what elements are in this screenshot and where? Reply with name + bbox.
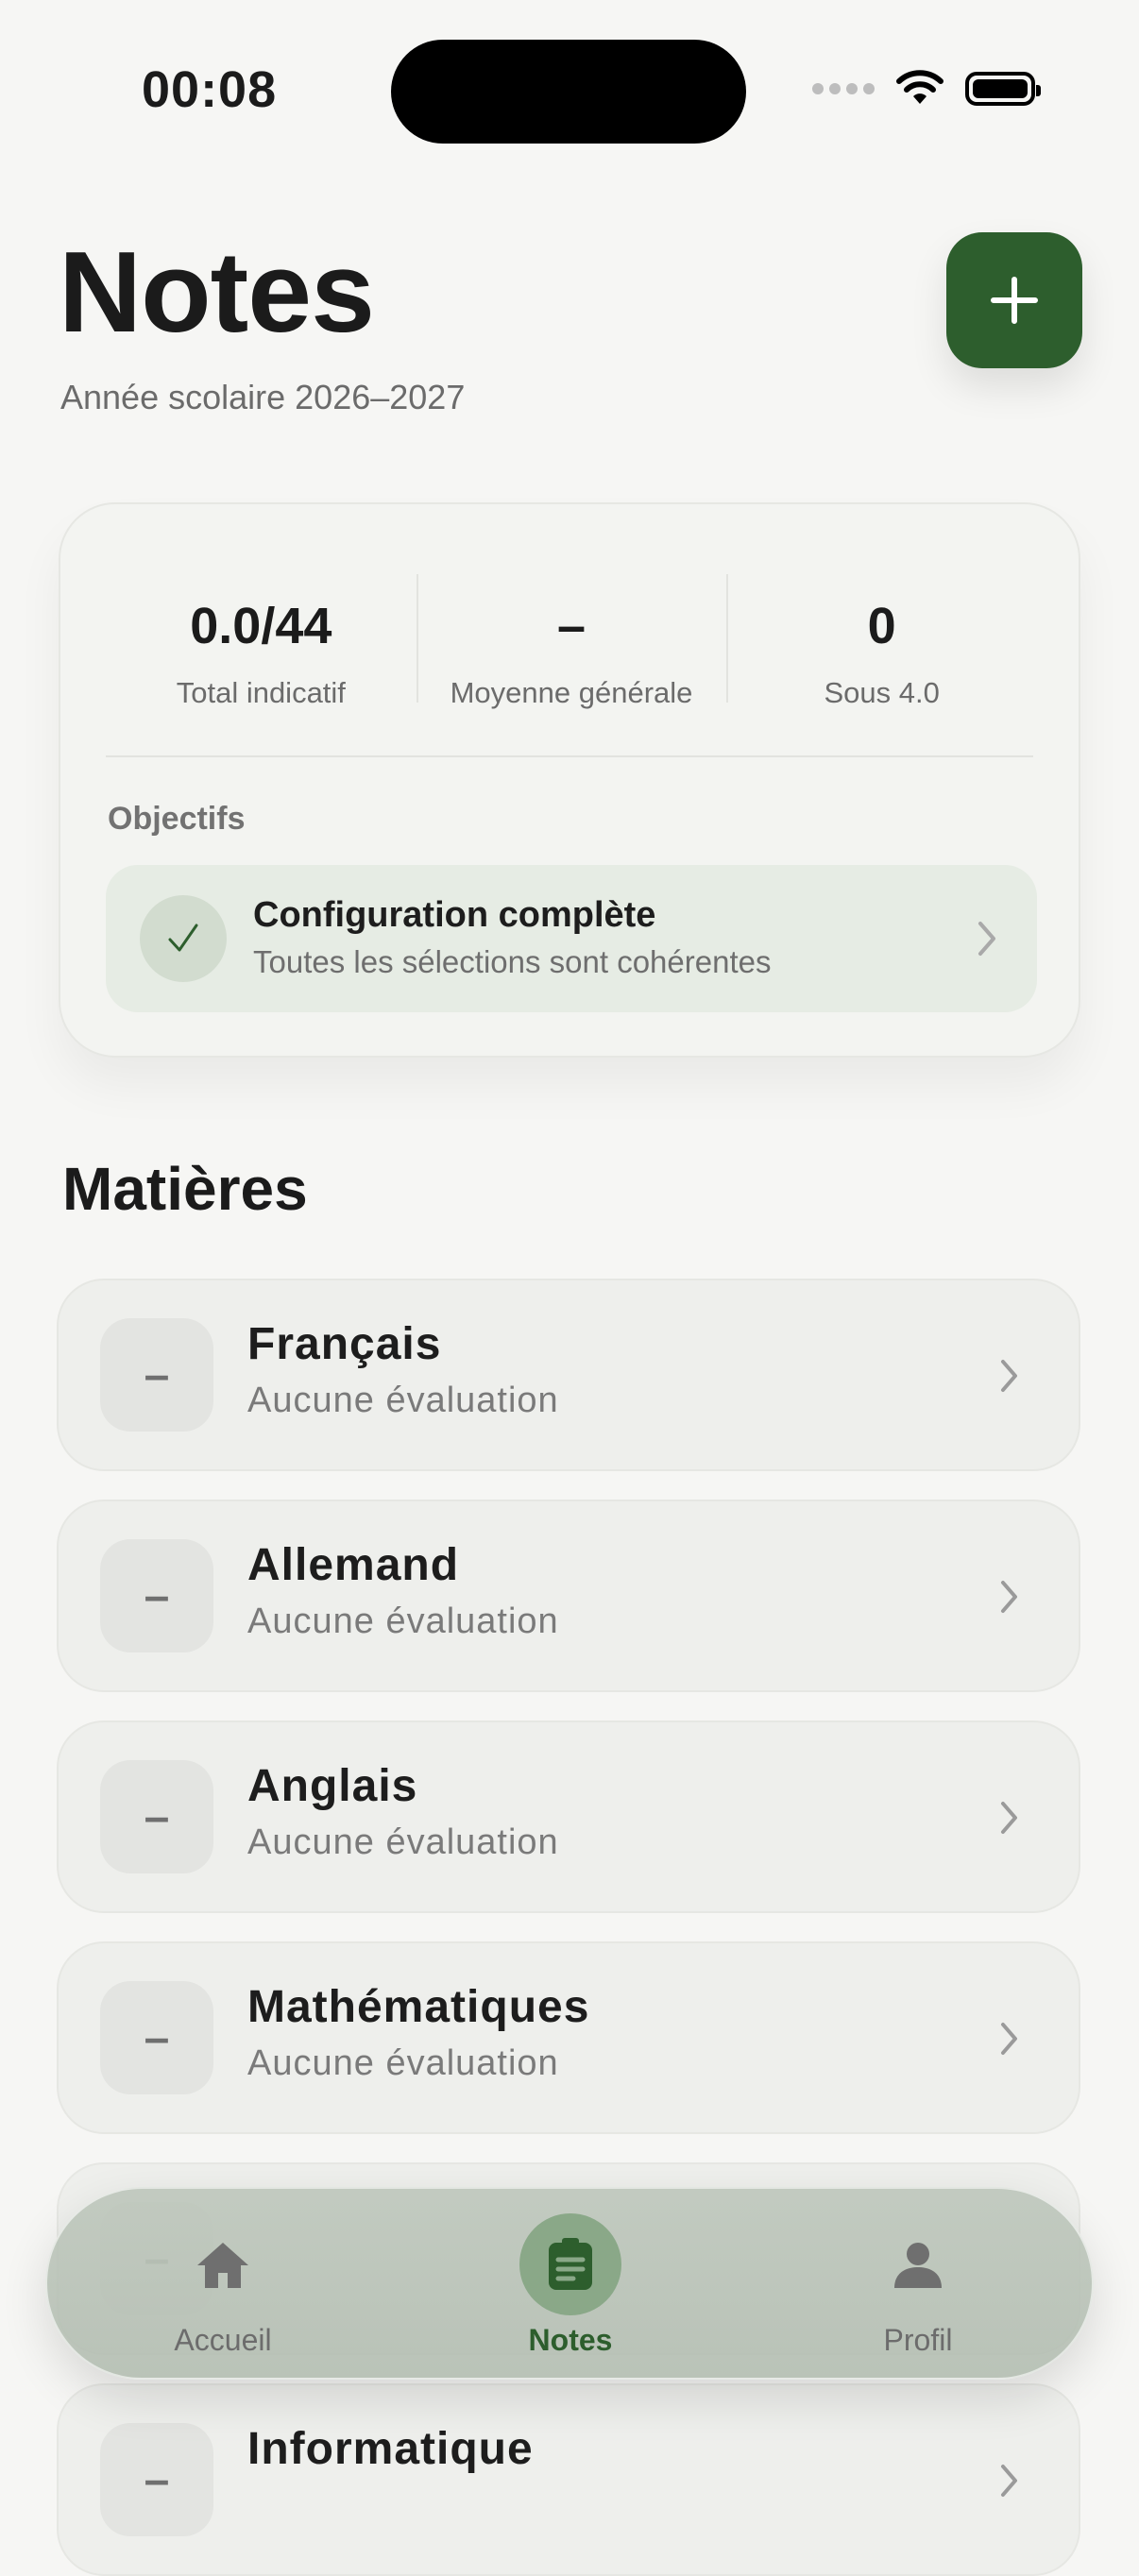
chevron-right-icon	[1001, 2023, 1017, 2055]
stat-below: 0 Sous 4.0	[726, 574, 1037, 712]
stat-total: 0.0/44 Total indicatif	[106, 589, 416, 712]
subject-row[interactable]: – Mathématiques Aucune évaluation	[57, 1941, 1080, 2134]
subject-row[interactable]: – Anglais Aucune évaluation	[57, 1720, 1080, 1913]
chevron-right-icon	[1001, 1360, 1017, 1392]
goal-subtitle: Toutes les sélections sont cohérentes	[253, 944, 772, 979]
subject-row[interactable]: – Allemand Aucune évaluation	[57, 1500, 1080, 1692]
stat-value: –	[556, 598, 586, 654]
section-title: Matières	[62, 1155, 308, 1223]
battery-icon	[965, 72, 1041, 106]
grade-badge: –	[100, 1760, 213, 1873]
grade-badge: –	[100, 2423, 213, 2536]
stat-value: 0	[867, 598, 896, 654]
chevron-right-icon	[978, 922, 995, 956]
goals-label: Objectifs	[108, 801, 246, 837]
wifi-icon	[896, 70, 944, 104]
dynamic-island	[391, 40, 746, 144]
subject-name: Informatique	[247, 2424, 534, 2474]
goal-title: Configuration complète	[253, 895, 656, 935]
stat-average: – Moyenne générale	[416, 574, 727, 712]
divider	[106, 755, 1033, 757]
summary-card: 0.0/44 Total indicatif – Moyenne général…	[59, 502, 1080, 1058]
subject-row[interactable]: – Français Aucune évaluation	[57, 1279, 1080, 1471]
tab-accueil[interactable]: Accueil	[81, 2189, 365, 2378]
tab-label: Notes	[528, 2323, 613, 2357]
add-button[interactable]	[946, 232, 1082, 368]
stat-label: Total indicatif	[176, 676, 346, 709]
tab-label: Profil	[883, 2323, 953, 2357]
subject-name: Mathématiques	[247, 1982, 590, 2032]
subject-status: Aucune évaluation	[247, 1602, 559, 1641]
chevron-right-icon	[1001, 2465, 1017, 2497]
stat-label: Moyenne générale	[450, 676, 693, 709]
tab-profil[interactable]: Profil	[776, 2189, 1060, 2378]
subject-name: Anglais	[247, 1761, 418, 1811]
stat-label: Sous 4.0	[824, 676, 940, 709]
clipboard-icon	[549, 2238, 592, 2290]
subject-status: Aucune évaluation	[247, 1381, 559, 1420]
plus-icon	[991, 277, 1038, 324]
subject-status: Aucune évaluation	[247, 2043, 559, 2083]
subject-row[interactable]: – Informatique	[57, 2383, 1080, 2576]
grade-badge: –	[100, 1981, 213, 2094]
grade-badge: –	[100, 1539, 213, 1652]
page-subtitle: Année scolaire 2026–2027	[60, 378, 466, 416]
stats-row: 0.0/44 Total indicatif – Moyenne général…	[106, 574, 1037, 712]
grade-badge: –	[100, 1318, 213, 1432]
check-icon	[168, 924, 198, 952]
tab-bar: Accueil Notes Profil	[45, 2187, 1094, 2380]
chevron-right-icon	[1001, 1802, 1017, 1834]
page-title: Notes	[59, 228, 375, 356]
subject-name: Allemand	[247, 1540, 460, 1590]
tab-label: Accueil	[174, 2323, 272, 2357]
goal-check-badge	[140, 895, 227, 982]
person-icon	[894, 2243, 942, 2288]
tab-notes[interactable]: Notes	[429, 2189, 712, 2378]
status-time: 00:08	[142, 61, 278, 118]
subject-name: Français	[247, 1319, 442, 1369]
subject-status: Aucune évaluation	[247, 1822, 559, 1862]
chevron-right-icon	[1001, 1581, 1017, 1613]
goal-row[interactable]: Configuration complète Toutes les sélect…	[106, 865, 1037, 1012]
home-icon	[197, 2243, 248, 2288]
cellular-signal-icon	[812, 83, 875, 94]
stat-value: 0.0/44	[190, 598, 332, 654]
